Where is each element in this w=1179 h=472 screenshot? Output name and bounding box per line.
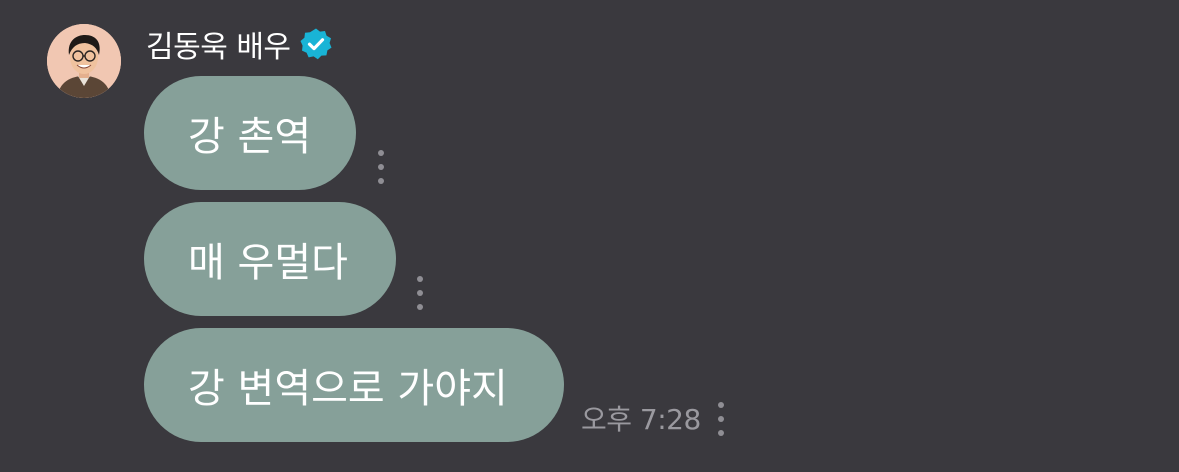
sender-name[interactable]: 김동욱 배우 <box>146 22 291 66</box>
message-timestamp: 오후 7:28 <box>581 403 701 436</box>
message-more-options-icon[interactable] <box>374 150 388 184</box>
message-text: 매 우멀다 <box>188 240 348 286</box>
avatar-photo <box>47 24 121 98</box>
sender-avatar[interactable] <box>47 24 121 98</box>
chat-thread: 김동욱 배우 강 촌역 매 우멀다 강 변역으로 가야지 오후 7:28 <box>0 0 1179 472</box>
message-bubble[interactable]: 강 변역으로 가야지 <box>144 328 564 442</box>
message-more-options-icon[interactable] <box>413 276 427 310</box>
sender-header: 김동욱 배우 <box>146 22 333 66</box>
message-bubble[interactable]: 매 우멀다 <box>144 202 396 316</box>
message-text: 강 촌역 <box>188 114 312 160</box>
message-more-options-icon[interactable] <box>714 402 728 436</box>
message-text: 강 변역으로 가야지 <box>188 366 508 412</box>
verified-badge-icon <box>300 28 332 60</box>
message-bubble[interactable]: 강 촌역 <box>144 76 356 190</box>
